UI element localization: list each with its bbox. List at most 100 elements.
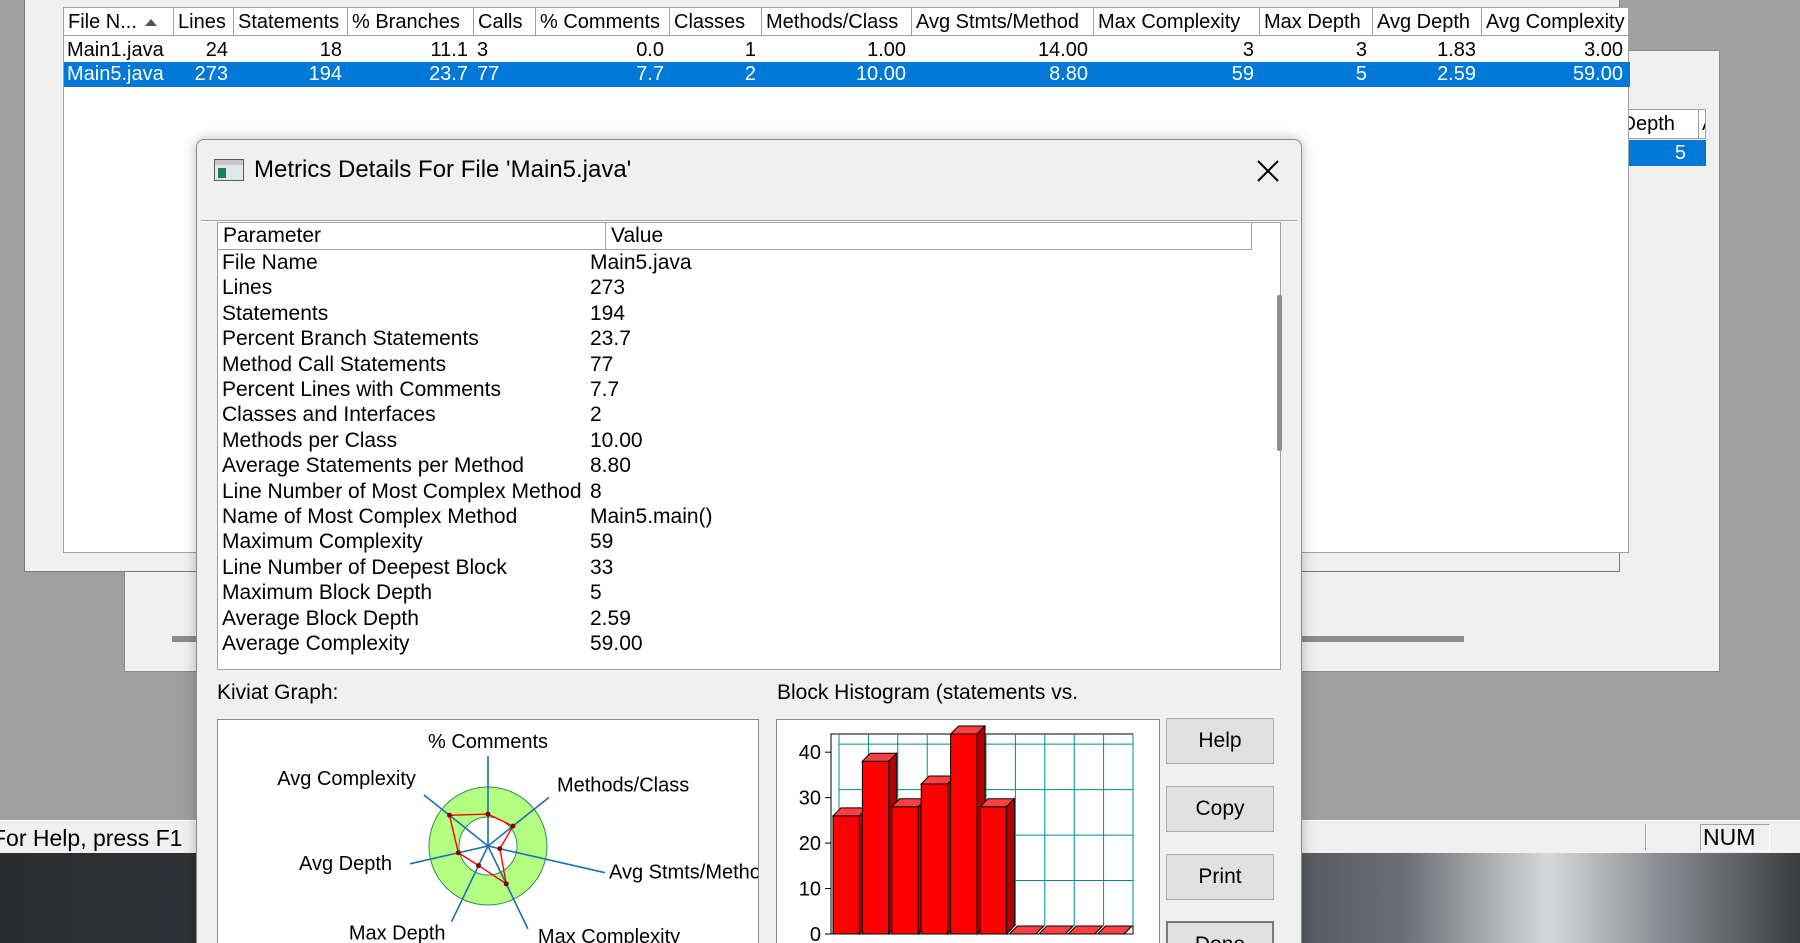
parameter-value: 10.00 — [590, 428, 643, 452]
table-cell: 77 — [477, 63, 500, 85]
table-cell: 1.83 — [1437, 39, 1476, 61]
parameter-row[interactable]: Classes and Interfaces 2 — [218, 402, 1248, 427]
parameter-name: Classes and Interfaces — [222, 403, 436, 427]
parameter-row[interactable]: Average Statements per Method 8.80 — [218, 453, 1248, 478]
parameter-name: Average Statements per Method — [222, 454, 524, 478]
histogram-y-tick-label: 40 — [799, 742, 821, 764]
status-text: For Help, press F1 — [0, 825, 183, 851]
block-histogram-label: Block Histogram (statements vs. — [777, 681, 1079, 704]
parameter-row[interactable]: Name of Most Complex Method Main5.main() — [218, 504, 1248, 529]
kiviat-axis-label: Max Complexity — [538, 926, 680, 943]
parameter-value: 59 — [590, 530, 614, 554]
parameter-value: 2.59 — [590, 606, 631, 630]
column-header-text: Calls — [478, 11, 523, 33]
histogram-bar-side — [1005, 797, 1015, 936]
parameter-row[interactable]: Lines 273 — [218, 275, 1248, 300]
parameter-row[interactable]: Maximum Block Depth 5 — [218, 580, 1248, 605]
column-header-11[interactable]: Avg Depth — [1373, 8, 1482, 36]
column-header-3[interactable]: % Branches — [348, 8, 474, 36]
parameter-value: 8 — [590, 479, 602, 503]
parameter-value: 77 — [590, 352, 614, 376]
dialog-title-bar[interactable]: Metrics Details For File 'Main5.java' — [197, 140, 1301, 200]
kiviat-graph: % Comments Methods/Class Avg Stmts/Method M… — [217, 719, 772, 943]
parameter-row[interactable]: Line Number of Most Complex Method 8 — [218, 479, 1248, 504]
histogram-y-tick-label: 0 — [810, 924, 821, 943]
column-header-8[interactable]: Avg Stmts/Method — [912, 8, 1094, 36]
histogram-svg: 0102030400123456789+ — [799, 724, 1134, 943]
sort-ascending-icon — [144, 19, 157, 27]
parameter-name: Statements — [222, 301, 329, 325]
kiviat-axis-label: Avg Stmts/Method — [609, 862, 758, 884]
table-cell: 3 — [1242, 39, 1254, 61]
column-header-6[interactable]: Classes — [670, 8, 762, 36]
column-header-text: Avg Stmts/Method — [916, 11, 1080, 33]
column-header-10[interactable]: Max Depth — [1260, 8, 1373, 36]
column-header-2[interactable]: Statements — [234, 8, 348, 36]
column-header-text: Avg Depth — [1377, 11, 1471, 33]
dialog-close-button[interactable] — [1245, 150, 1289, 190]
table-cell: 2 — [744, 63, 756, 85]
table-cell: 59 — [1231, 63, 1254, 85]
kiviat-svg: % Comments Methods/Class Avg Stmts/Method M… — [277, 731, 772, 943]
parameter-value: Main5.main() — [590, 505, 713, 528]
app-icon — [214, 159, 244, 181]
table-row[interactable]: Main5.java 273 194 23.7 77 7.7 2 10.00 8.80 59 5 2.… — [64, 62, 1630, 87]
parameter-row[interactable]: Percent Branch Statements 23.7 — [218, 326, 1248, 351]
kiviat-point — [485, 811, 491, 817]
table-cell: Main1.java — [67, 39, 164, 61]
column-header-text: File N... — [68, 11, 137, 33]
column-header-text: Lines — [178, 11, 226, 33]
table-cell: 3 — [1355, 39, 1367, 61]
column-header-12[interactable]: Avg Complexity — [1482, 8, 1629, 36]
parameter-name: Percent Branch Statements — [222, 327, 479, 351]
parameter-name: Maximum Block Depth — [222, 581, 433, 605]
copy-button[interactable]: Copy — [1166, 786, 1274, 832]
parameter-row[interactable]: Average Block Depth 2.59 — [218, 606, 1248, 631]
kiviat-axis-label: % Comments — [428, 731, 548, 753]
histogram-y-tick-label: 20 — [799, 833, 821, 855]
print-button[interactable]: Print — [1166, 854, 1274, 900]
done-button[interactable]: Done — [1166, 921, 1274, 943]
column-header-1[interactable]: Lines — [174, 8, 234, 36]
parameter-value: 5 — [590, 581, 602, 605]
parameter-row[interactable]: Line Number of Deepest Block 33 — [218, 555, 1248, 580]
table-row[interactable]: Main1.java 24 18 11.1 3 0.0 1 1.00 14.00 3 3 1.83 3.… — [64, 38, 1630, 63]
parameter-row[interactable]: Percent Lines with Comments 7.7 — [218, 377, 1248, 402]
column-header-7[interactable]: Methods/Class — [762, 8, 912, 36]
column-header-9[interactable]: Max Complexity — [1094, 8, 1260, 36]
parameter-row[interactable]: Methods per Class 10.00 — [218, 428, 1248, 453]
table-cell: 1.00 — [867, 39, 906, 61]
secondary-header-next[interactable]: A — [1698, 110, 1705, 138]
table-cell: 273 — [194, 63, 228, 85]
column-header-parameter[interactable]: Parameter — [218, 223, 606, 250]
parameter-row[interactable]: Average Complexity 59.00 — [218, 631, 1248, 656]
parameter-name: Method Call Statements — [222, 352, 447, 376]
column-header-5[interactable]: % Comments — [536, 8, 670, 36]
parameter-row[interactable]: File Name Main5.java — [218, 250, 1248, 275]
table-cell: 194 — [308, 63, 342, 85]
column-header-value[interactable]: Value — [606, 223, 1252, 250]
parameter-value: 8.80 — [590, 454, 631, 478]
column-header-0[interactable]: File N... — [64, 8, 174, 36]
table-cell: 2.59 — [1437, 63, 1476, 85]
parameter-name: Name of Most Complex Method — [222, 505, 518, 528]
table-cell: 10.00 — [855, 63, 906, 85]
kiviat-point — [503, 881, 509, 887]
parameter-row[interactable]: Maximum Complexity 59 — [218, 529, 1248, 554]
kiviat-axis-label: Methods/Class — [557, 774, 689, 796]
parameter-table[interactable]: Parameter Value File Name Main5.java Lines… — [217, 222, 1282, 670]
histogram-bar — [891, 806, 919, 935]
help-button[interactable]: Help — [1166, 718, 1274, 764]
column-header-4[interactable]: Calls — [474, 8, 536, 36]
secondary-scrollbar-right[interactable] — [1300, 636, 1464, 642]
table-cell: 24 — [205, 39, 228, 61]
column-header-text: Max Depth — [1264, 11, 1361, 33]
histogram-y-tick-label: 10 — [799, 879, 821, 901]
parameter-name: Line Number of Most Complex Method — [222, 479, 582, 503]
parameter-row[interactable]: Method Call Statements 77 — [218, 352, 1248, 377]
table-cell: 1 — [744, 39, 756, 61]
parameter-row[interactable]: Statements 194 — [218, 301, 1248, 326]
column-header-text: % Branches — [352, 11, 460, 33]
parameter-scrollbar[interactable] — [1277, 295, 1282, 451]
close-icon — [1257, 160, 1279, 182]
